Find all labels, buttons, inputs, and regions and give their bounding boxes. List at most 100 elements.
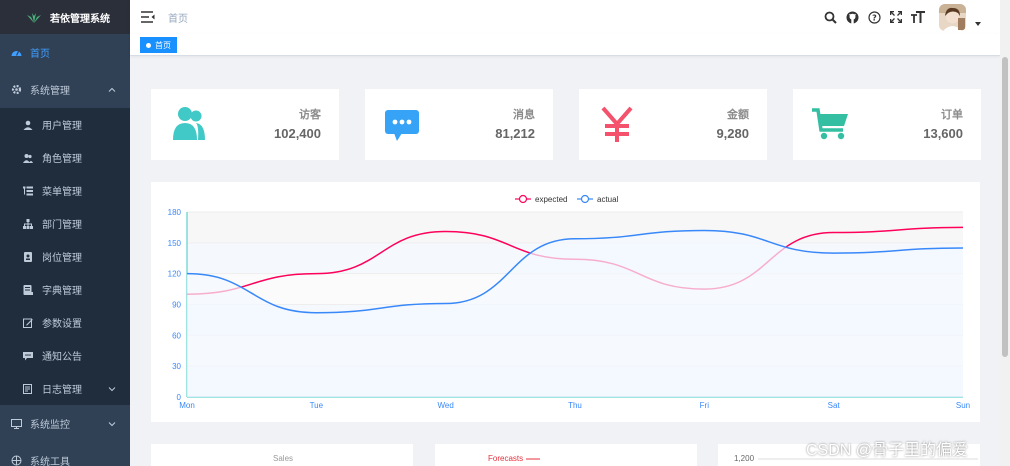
legend-label: actual [597,195,619,204]
sidebar-item-label: 首页 [30,49,50,60]
panel-value: 9,280 [716,126,749,141]
sidebar-item-label: 字典管理 [42,286,82,297]
avatar[interactable] [939,3,966,31]
github-icon[interactable] [845,10,859,24]
y-tick-label: 180 [168,208,182,217]
card-forecasts-chart: Forecasts [435,444,697,466]
tree-icon [22,218,34,230]
panel-label: 访客 [299,109,321,121]
scrollbar-thumb[interactable] [1002,57,1008,357]
active-dot-icon [146,42,151,48]
sidebar-item-home[interactable]: 首页 [0,34,130,71]
y-tick-label: 150 [168,239,182,248]
y-tick-label: 30 [172,362,181,371]
sidebar-item-label: 系统监控 [30,420,70,431]
logo[interactable]: 若依管理系统 [0,0,130,34]
legend-marker [518,194,528,204]
x-tick-label: Sat [828,401,841,410]
submenu-system: 用户管理 角色管理 菜单管理 部门管理 岗位管理 字典管理 参数设置 通知公告 [0,108,130,405]
panel-money[interactable]: 金额 9,280 [579,89,767,160]
sidebar: 若依管理系统 首页 系统管理 用户管理 角色管理 菜单管理 部门管理 岗位管理 … [0,0,130,466]
card-sales-chart: Sales [151,444,413,466]
right-menu: ? [823,0,982,34]
sidebar-item-label: 岗位管理 [42,253,82,264]
gear-icon [10,84,22,96]
chevron-up-icon [108,87,116,92]
sidebar-item-dict[interactable]: 字典管理 [0,273,130,306]
peoples-icon [22,152,34,164]
watermark: CSDN @骨子里的偏爱 [806,442,969,459]
dashboard-icon [10,47,22,59]
panel-label: 订单 [941,109,963,121]
sidebar-item-system[interactable]: 系统管理 [0,71,130,108]
sidebar-item-menu[interactable]: 菜单管理 [0,174,130,207]
edit-icon [22,317,34,329]
sidebar-item-log[interactable]: 日志管理 [0,372,130,405]
message-icon [385,110,419,141]
question-icon[interactable]: ? [867,10,881,24]
user-icon [22,119,34,131]
message-icon [22,350,34,362]
caret-down-icon[interactable] [974,20,982,28]
post-icon [22,251,34,263]
monitor-icon [10,418,22,430]
panel-label: 金额 [727,109,749,121]
panel-value: 102,400 [274,126,321,141]
sidebar-item-label: 部门管理 [42,220,82,231]
sidebar-item-post[interactable]: 岗位管理 [0,240,130,273]
breadcrumb[interactable]: 首页 [168,10,188,25]
legend-line-icon [526,458,540,460]
chevron-down-icon [108,421,116,426]
sidebar-item-user[interactable]: 用户管理 [0,108,130,141]
sidebar-item-config[interactable]: 参数设置 [0,306,130,339]
fullscreen-icon[interactable] [889,10,903,24]
sidebar-item-label: 参数设置 [42,319,82,330]
sidebar-item-label: 系统工具 [30,457,70,466]
tag-label: 首页 [155,40,171,50]
x-tick-label: Fri [700,401,710,410]
y-tick-label: 120 [168,270,182,279]
chart-axis-label: 1,200 [734,454,755,463]
page-scrollbar[interactable] [1000,0,1010,466]
tree-table-icon [22,185,34,197]
x-tick-label: Sun [956,401,970,410]
panel-label: 消息 [513,109,535,121]
sidebar-item-label: 通知公告 [42,352,82,363]
sidebar-item-tool[interactable]: 系统工具 [0,442,130,466]
y-tick-label: 60 [172,331,181,340]
sidebar-item-label: 日志管理 [42,385,82,396]
svg-text:?: ? [872,13,877,22]
sidebar-item-monitor[interactable]: 系统监控 [0,405,130,442]
peoples-icon [173,107,205,140]
tag-home[interactable]: 首页 [140,37,177,53]
sidebar-item-label: 角色管理 [42,154,82,165]
chevron-down-icon [108,386,116,391]
tool-icon [10,455,22,466]
x-tick-label: Wed [438,401,454,410]
sidebar-item-label: 用户管理 [42,121,82,132]
logo-icon [27,13,41,23]
chart-title: Sales [273,454,294,463]
log-icon [22,383,34,395]
legend-marker [580,194,590,204]
tags-view: 首页 [130,34,1000,56]
sidebar-item-role[interactable]: 角色管理 [0,141,130,174]
sidebar-item-label: 菜单管理 [42,187,82,198]
shopping-icon [812,108,848,140]
sidebar-item-notice[interactable]: 通知公告 [0,339,130,372]
font-size-icon[interactable] [911,10,925,24]
sidebar-item-dept[interactable]: 部门管理 [0,207,130,240]
y-tick-label: 90 [172,301,181,310]
sidebar-item-label: 系统管理 [30,86,70,97]
money-icon [601,106,633,142]
panel-visitors[interactable]: 访客 102,400 [151,89,339,160]
hamburger-icon[interactable] [141,11,155,23]
line-chart: 0306090120150180Mon Tue Wed Thu Fri Sat Sunexp… [168,194,970,410]
line-chart-card: 0 30 60 90 120 150 180 Mon Tue Wed Thu Fri Sat Sun exp… [151,182,980,422]
panel-messages[interactable]: 消息 81,212 [365,89,553,160]
navbar: 首页 ? [130,0,1000,34]
x-tick-label: Tue [310,401,324,410]
x-tick-label: Thu [568,401,582,410]
search-icon[interactable] [823,10,837,24]
panel-orders[interactable]: 订单 13,600 [793,89,981,160]
